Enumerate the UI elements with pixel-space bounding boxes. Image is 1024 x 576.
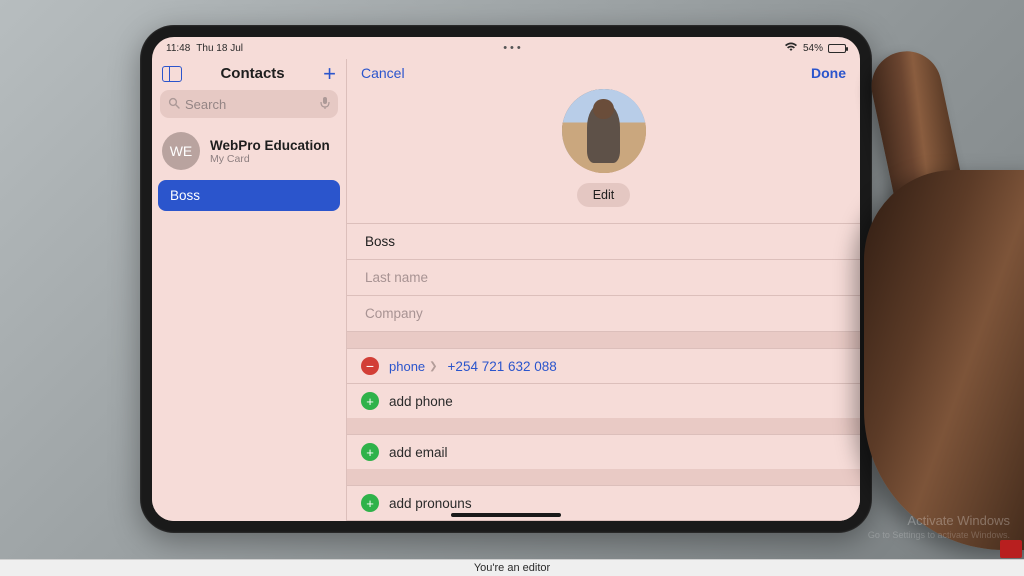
add-contact-button[interactable]: + xyxy=(323,66,336,82)
add-phone-row[interactable]: + add phone xyxy=(347,383,860,418)
contact-list-item-selected[interactable]: Boss xyxy=(158,180,340,211)
ipad-device-frame: 11:48 Thu 18 Jul ••• 54% Contacts + xyxy=(140,25,872,533)
chevron-right-icon: ❯ xyxy=(429,361,437,372)
last-name-field[interactable]: Last name xyxy=(347,259,860,295)
company-field[interactable]: Company xyxy=(347,295,860,332)
contact-edit-pane: Cancel Done Edit Boss Last name Company xyxy=(347,59,860,521)
status-bar: 11:48 Thu 18 Jul ••• 54% xyxy=(152,37,860,59)
my-card-avatar: WE xyxy=(162,132,200,170)
my-card-sub: My Card xyxy=(210,153,330,165)
mic-icon[interactable] xyxy=(320,96,330,113)
watermark-title: Activate Windows xyxy=(868,513,1010,530)
search-icon xyxy=(168,97,180,112)
sidebar-toggle-icon[interactable] xyxy=(162,66,182,82)
add-pronouns-label: add pronouns xyxy=(389,496,472,511)
remove-phone-icon[interactable]: − xyxy=(361,357,379,375)
battery-percent: 54% xyxy=(803,43,823,54)
add-phone-icon: + xyxy=(361,392,379,410)
my-card-name: WebPro Education xyxy=(210,138,330,153)
phone-kind-selector[interactable]: phone ❯ xyxy=(389,359,438,374)
watermark-sub: Go to Settings to activate Windows. xyxy=(868,530,1010,542)
contact-photo[interactable] xyxy=(562,89,646,173)
edit-photo-button[interactable]: Edit xyxy=(577,183,631,207)
add-phone-label: add phone xyxy=(389,394,453,409)
phone-value[interactable]: +254 721 632 088 xyxy=(448,359,557,374)
contacts-sidebar: Contacts + Search WE WebPro Education xyxy=(152,59,347,521)
ipad-screen: 11:48 Thu 18 Jul ••• 54% Contacts + xyxy=(152,37,860,521)
status-pill-dots: ••• xyxy=(243,42,784,54)
add-pronouns-row[interactable]: + add pronouns xyxy=(347,485,860,521)
battery-icon xyxy=(828,44,846,53)
bottom-toolbar: You're an editor xyxy=(0,559,1024,576)
status-time: 11:48 xyxy=(166,43,190,54)
add-pronouns-icon: + xyxy=(361,494,379,512)
add-email-icon: + xyxy=(361,443,379,461)
home-indicator[interactable] xyxy=(451,513,561,517)
search-input[interactable]: Search xyxy=(160,90,338,118)
cancel-button[interactable]: Cancel xyxy=(361,65,405,81)
first-name-field[interactable]: Boss xyxy=(347,223,860,259)
recorder-badge xyxy=(1000,540,1022,558)
status-date: Thu 18 Jul xyxy=(196,43,243,54)
sidebar-title: Contacts xyxy=(190,65,315,82)
phone-row[interactable]: − phone ❯ +254 721 632 088 xyxy=(347,348,860,383)
search-placeholder: Search xyxy=(185,97,226,112)
add-email-label: add email xyxy=(389,445,448,460)
my-card-row[interactable]: WE WebPro Education My Card xyxy=(152,126,346,180)
add-email-row[interactable]: + add email xyxy=(347,434,860,469)
wifi-icon xyxy=(784,42,798,55)
done-button[interactable]: Done xyxy=(811,65,846,81)
windows-watermark: Activate Windows Go to Settings to activ… xyxy=(868,513,1010,542)
